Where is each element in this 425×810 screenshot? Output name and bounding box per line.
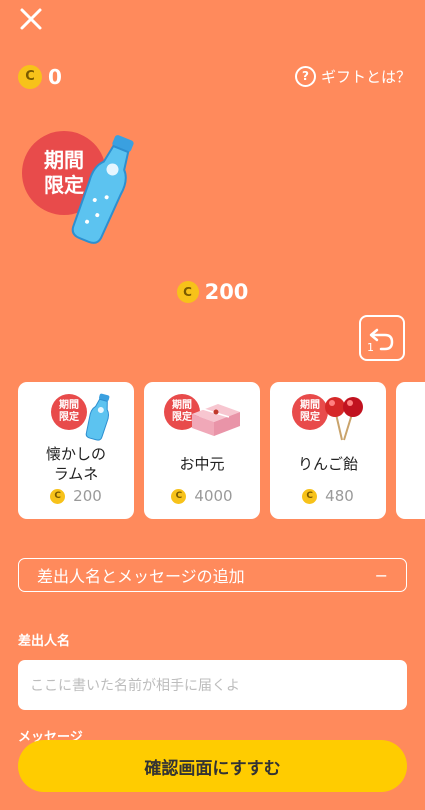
question-circle-icon: ? <box>294 66 316 87</box>
sender-name-label: 差出人名 <box>18 634 71 649</box>
gift-name: お中元 <box>179 455 225 473</box>
gift-card-next[interactable] <box>396 382 425 519</box>
add-message-label: 差出人名とメッセージの追加 <box>37 567 245 586</box>
gift-price: C 200 <box>18 487 134 505</box>
gift-carousel[interactable]: 期間 限定 懐かしの ラムネ C 200 期間 限定 お中元 C 4000 期間… <box>18 382 425 519</box>
hero-price: C 200 <box>0 280 425 304</box>
gift-card-ramune[interactable]: 期間 限定 懐かしの ラムネ C 200 <box>18 382 134 519</box>
coin-icon: C <box>171 488 187 504</box>
ramune-bottle-icon <box>71 135 134 244</box>
gift-name: りんご飴 <box>297 455 358 473</box>
gift-card-ringo-ame[interactable]: 期間 限定 りんご飴 C 480 <box>270 382 386 519</box>
confirm-button[interactable]: 確認画面にすすむ <box>18 740 407 792</box>
collapse-icon: − <box>374 565 388 585</box>
gift-box-icon <box>192 404 240 436</box>
gift-price: C 480 <box>270 487 386 505</box>
gift-price: C 4000 <box>144 487 260 505</box>
coin-icon: C <box>50 488 66 504</box>
hero-price-value: 200 <box>204 280 249 304</box>
undo-count: 1 <box>367 341 374 354</box>
add-message-toggle[interactable]: 差出人名とメッセージの追加 − <box>18 558 407 592</box>
coin-balance: C 0 <box>18 64 62 90</box>
candy-apple-icon <box>325 397 363 441</box>
ramune-bottle-icon <box>85 393 110 441</box>
sender-name-input[interactable]: ここに書いた名前が相手に届くよ <box>18 660 407 710</box>
coin-icon: C <box>302 488 318 504</box>
close-icon[interactable] <box>16 4 46 34</box>
coin-icon: C <box>176 281 199 303</box>
help-link[interactable]: ? ギフトとは？ <box>294 66 411 87</box>
gift-name: 懐かしの ラムネ <box>45 445 106 483</box>
undo-button[interactable]: 1 <box>359 315 405 361</box>
coin-icon: C <box>18 65 42 89</box>
balance-value: 0 <box>48 65 62 89</box>
gift-card-ochugen[interactable]: 期間 限定 お中元 C 4000 <box>144 382 260 519</box>
help-label: ギフトとは？ <box>320 68 411 86</box>
